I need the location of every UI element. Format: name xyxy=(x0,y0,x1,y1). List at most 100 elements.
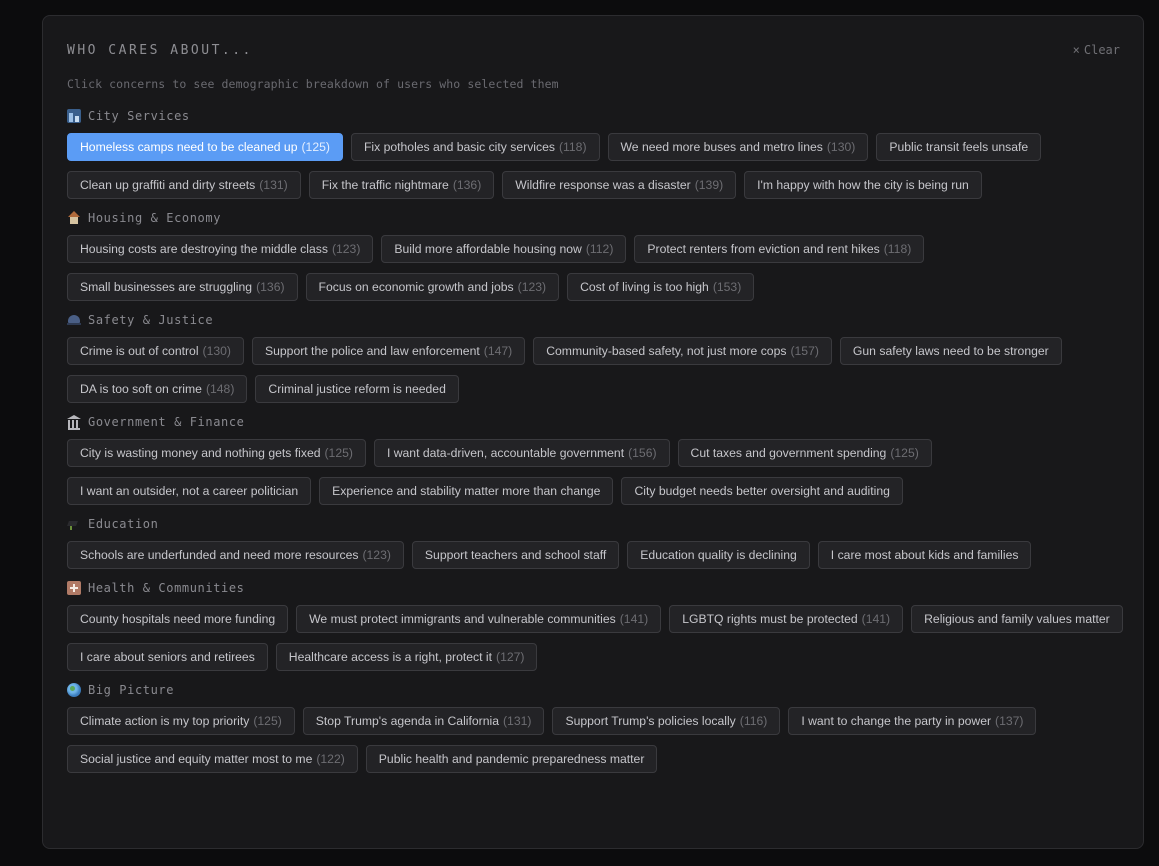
chip-label: Small businesses are struggling xyxy=(80,280,253,294)
chip-label: Gun safety laws need to be stronger xyxy=(852,344,1049,358)
category-city-services: City Services Homeless camps need to be … xyxy=(67,108,1127,199)
concern-chip[interactable]: DA is too soft on crime (148) xyxy=(67,375,248,403)
concern-chip[interactable]: Cost of living is too high (153) xyxy=(567,273,755,301)
concern-chip[interactable]: Social justice and equity matter most to… xyxy=(67,745,358,773)
concern-chip[interactable]: Cut taxes and government spending (125) xyxy=(677,439,932,467)
chip-count: (125) xyxy=(890,446,919,460)
chip-count: (118) xyxy=(883,242,912,256)
chip-count: (118) xyxy=(558,140,587,154)
concern-chip[interactable]: Experience and stability matter more tha… xyxy=(319,477,614,505)
chip-label: Crime is out of control xyxy=(80,344,199,358)
chip-count: (131) xyxy=(259,178,288,192)
chip-label: Build more affordable housing now xyxy=(394,242,582,256)
clear-button[interactable]: × Clear xyxy=(1073,43,1120,57)
concern-chip[interactable]: We must protect immigrants and vulnerabl… xyxy=(296,605,662,633)
police-hat-icon xyxy=(67,313,81,327)
category-housing-economy: Housing & Economy Housing costs are dest… xyxy=(67,210,1127,301)
category-header: Government & Finance xyxy=(67,414,1127,430)
concern-chip[interactable]: I want to change the party in power (137) xyxy=(788,707,1037,735)
category-name: Education xyxy=(88,517,159,531)
chip-label: Housing costs are destroying the middle … xyxy=(80,242,328,256)
category-header: City Services xyxy=(67,108,1127,124)
concern-chip[interactable]: Climate action is my top priority (125) xyxy=(67,707,295,735)
chip-row: County hospitals need more funding We mu… xyxy=(67,605,1127,671)
chip-count: (123) xyxy=(517,280,547,294)
chip-count: (153) xyxy=(712,280,742,294)
concern-chip[interactable]: Build more affordable housing now (112) xyxy=(381,235,627,263)
concern-chip[interactable]: Small businesses are struggling (136) xyxy=(67,273,298,301)
chip-label: Religious and family values matter xyxy=(924,612,1110,626)
concern-chip[interactable]: Clean up graffiti and dirty streets (131) xyxy=(67,171,301,199)
category-big-picture: Big Picture Climate action is my top pri… xyxy=(67,682,1127,773)
chip-label: Fix potholes and basic city services xyxy=(363,140,555,154)
concern-chip[interactable]: Focus on economic growth and jobs (123) xyxy=(305,273,560,301)
chip-count: (141) xyxy=(619,612,649,626)
chip-label: Focus on economic growth and jobs xyxy=(318,280,514,294)
category-header: Health & Communities xyxy=(67,580,1127,596)
concern-chip[interactable]: Wildfire response was a disaster (139) xyxy=(502,171,737,199)
concern-chip[interactable]: City is wasting money and nothing gets f… xyxy=(67,439,366,467)
concern-chip[interactable]: I want data-driven, accountable governme… xyxy=(373,439,670,467)
chip-count: (125) xyxy=(324,446,353,460)
concern-chip[interactable]: I want an outsider, not a career politic… xyxy=(67,477,312,505)
category-education: Education Schools are underfunded and ne… xyxy=(67,516,1127,569)
chip-label: We must protect immigrants and vulnerabl… xyxy=(309,612,616,626)
hospital-icon xyxy=(67,581,81,595)
chip-label: Public transit feels unsafe xyxy=(889,140,1029,154)
concern-chip[interactable]: I care most about kids and families xyxy=(817,541,1032,569)
chip-count: (130) xyxy=(202,344,231,358)
city-icon xyxy=(67,109,81,123)
concern-chip[interactable]: Criminal justice reform is needed xyxy=(255,375,459,403)
chip-label: Social justice and equity matter most to… xyxy=(80,752,313,766)
chip-label: I care about seniors and retirees xyxy=(80,650,255,664)
chip-label: Cut taxes and government spending xyxy=(690,446,887,460)
chip-label: I'm happy with how the city is being run xyxy=(757,178,969,192)
category-name: Safety & Justice xyxy=(88,313,214,327)
panel-subtitle: Click concerns to see demographic breakd… xyxy=(67,77,559,91)
chip-count: (137) xyxy=(995,714,1024,728)
chip-label: Homeless camps need to be cleaned up xyxy=(80,140,298,154)
concern-chip[interactable]: Support teachers and school staff xyxy=(411,541,620,569)
category-health-communities: Health & Communities County hospitals ne… xyxy=(67,580,1127,671)
chip-count: (127) xyxy=(496,650,525,664)
concern-chip[interactable]: County hospitals need more funding xyxy=(67,605,289,633)
concern-chip[interactable]: Support the police and law enforcement (1… xyxy=(251,337,526,365)
chip-row: City is wasting money and nothing gets f… xyxy=(67,439,1127,505)
concern-chip[interactable]: I'm happy with how the city is being run xyxy=(744,171,982,199)
concern-chip[interactable]: Schools are underfunded and need more re… xyxy=(67,541,404,569)
chip-count: (112) xyxy=(585,242,614,256)
concern-chip[interactable]: Housing costs are destroying the middle … xyxy=(67,235,374,263)
concern-chip[interactable]: Religious and family values matter xyxy=(911,605,1123,633)
chip-count: (123) xyxy=(331,242,361,256)
concern-chip[interactable]: Gun safety laws need to be stronger xyxy=(839,337,1062,365)
chip-label: Education quality is declining xyxy=(640,548,797,562)
concern-chip[interactable]: Crime is out of control (130) xyxy=(67,337,244,365)
chip-row: Crime is out of control (130) Support the… xyxy=(67,337,1127,403)
category-name: Government & Finance xyxy=(88,415,245,429)
concern-chip[interactable]: Public transit feels unsafe xyxy=(876,133,1042,161)
concern-chip[interactable]: Protect renters from eviction and rent h… xyxy=(634,235,925,263)
category-header: Big Picture xyxy=(67,682,1127,698)
concern-chip[interactable]: Healthcare access is a right, protect it… xyxy=(275,643,538,671)
concern-chip[interactable]: LGBTQ rights must be protected (141) xyxy=(669,605,904,633)
category-government-finance: Government & Finance City is wasting mon… xyxy=(67,414,1127,505)
concern-chip[interactable]: Fix potholes and basic city services (118… xyxy=(350,133,600,161)
chip-label: We need more buses and metro lines xyxy=(620,140,823,154)
concern-chip[interactable]: City budget needs better oversight and a… xyxy=(621,477,903,505)
concern-chip[interactable]: Support Trump's policies locally (116) xyxy=(552,707,781,735)
concern-chip[interactable]: Education quality is declining xyxy=(627,541,810,569)
concern-chip[interactable]: Fix the traffic nightmare (136) xyxy=(308,171,495,199)
chip-label: Climate action is my top priority xyxy=(80,714,250,728)
chip-row: Climate action is my top priority (125) S… xyxy=(67,707,1127,773)
concern-chip[interactable]: Public health and pandemic preparedness … xyxy=(365,745,658,773)
concern-chip[interactable]: Homeless camps need to be cleaned up (125… xyxy=(67,133,343,161)
concern-chip[interactable]: We need more buses and metro lines (130) xyxy=(607,133,869,161)
clear-label: Clear xyxy=(1083,43,1120,57)
chip-label: Protect renters from eviction and rent h… xyxy=(647,242,880,256)
chip-label: I care most about kids and families xyxy=(830,548,1019,562)
concern-chip[interactable]: I care about seniors and retirees xyxy=(67,643,268,671)
chip-label: County hospitals need more funding xyxy=(80,612,276,626)
concern-chip[interactable]: Stop Trump's agenda in California (131) xyxy=(302,707,545,735)
concern-chip[interactable]: Community-based safety, not just more co… xyxy=(533,337,832,365)
chip-label: Clean up graffiti and dirty streets xyxy=(80,178,256,192)
